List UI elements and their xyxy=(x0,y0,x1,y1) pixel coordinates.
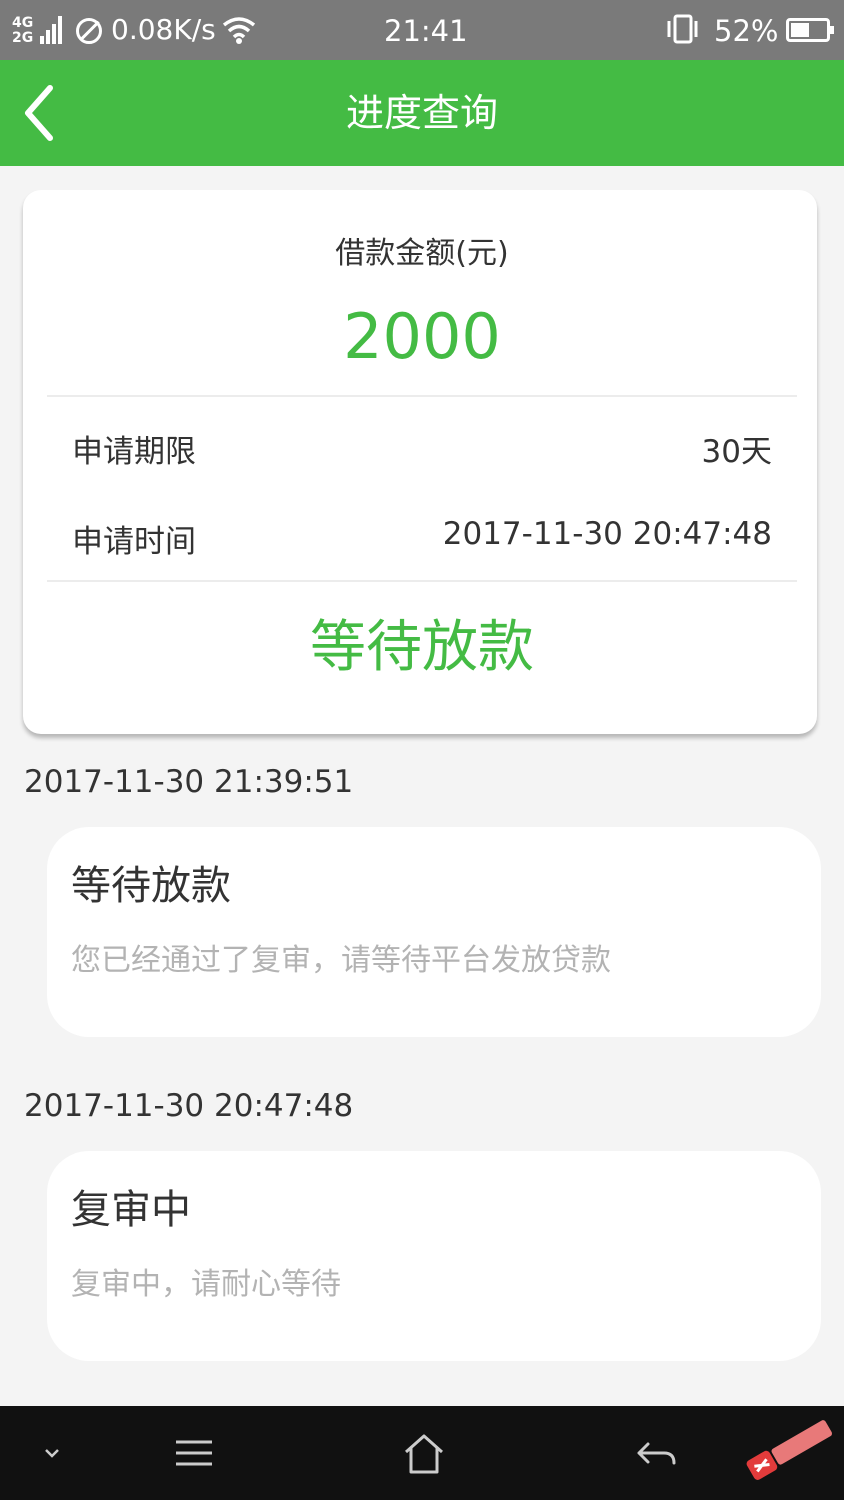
term-label: 申请期限 xyxy=(72,434,196,470)
chevron-down-icon[interactable] xyxy=(22,1426,82,1482)
divider xyxy=(47,395,797,397)
system-nav-bar xyxy=(0,1406,844,1500)
timeline-title: 等待放款 xyxy=(71,863,231,909)
wifi-icon xyxy=(222,17,256,44)
amount-value: 2000 xyxy=(343,300,501,373)
timeline-time: 2017-11-30 21:39:51 xyxy=(24,764,354,800)
network-type-secondary: 2G xyxy=(12,30,34,46)
battery-icon xyxy=(786,18,834,42)
network-type-primary: 4G xyxy=(12,15,34,31)
timeline-desc: 复审中，请耐心等待 xyxy=(71,1267,341,1302)
back-button[interactable] xyxy=(14,78,84,148)
vibrate-icon xyxy=(667,14,698,44)
chevron-left-icon xyxy=(25,85,53,141)
timeline-desc: 您已经通过了复审，请等待平台发放贷款 xyxy=(71,943,611,978)
data-saver-icon xyxy=(76,18,102,44)
network-speed: 0.08K/s xyxy=(111,13,216,46)
term-value: 30天 xyxy=(701,434,772,470)
apply-time-value: 2017-11-30 20:47:48 xyxy=(442,516,772,552)
timeline-time: 2017-11-30 20:47:48 xyxy=(24,1088,354,1124)
app-header: 进度查询 xyxy=(0,60,844,166)
apply-time-label: 申请时间 xyxy=(72,524,196,560)
battery-percent: 52% xyxy=(714,14,779,48)
status-bar: 4G 2G 0.08K/s 21:41 52% xyxy=(0,0,844,60)
home-icon[interactable] xyxy=(394,1426,454,1482)
timeline-item: 复审中 复审中，请耐心等待 xyxy=(47,1151,821,1361)
cell-signal-icon: 4G 2G xyxy=(12,14,64,46)
watermark-logo-icon xyxy=(746,1420,833,1480)
loan-status: 等待放款 xyxy=(310,615,534,680)
clock: 21:41 xyxy=(384,14,468,48)
divider xyxy=(47,580,797,582)
return-arrow-icon[interactable] xyxy=(626,1426,686,1482)
menu-icon[interactable] xyxy=(164,1426,224,1482)
amount-label: 借款金额(元) xyxy=(335,236,509,271)
timeline-title: 复审中 xyxy=(71,1187,191,1233)
page-title: 进度查询 xyxy=(345,91,498,135)
timeline-item: 等待放款 您已经通过了复审，请等待平台发放贷款 xyxy=(47,827,821,1037)
